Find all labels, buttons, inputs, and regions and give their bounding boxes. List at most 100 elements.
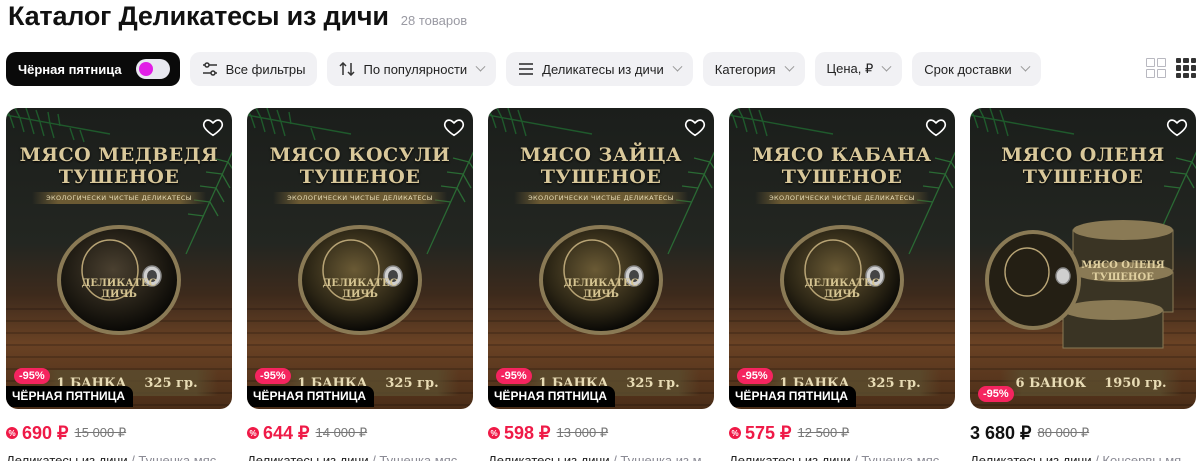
category-label: Категория (714, 61, 776, 77)
current-price: 3 680 ₽ (970, 422, 1032, 443)
product-category: / Тушенка из м (609, 453, 702, 461)
product-image[interactable]: МЯСО КОСУЛИ ТУШЕНОЕ ЭКОЛОГИЧЕСКИ ЧИСТЫЕ … (247, 108, 473, 409)
product-image[interactable]: МЯСО ЗАЙЦА ТУШЕНОЕ ЭКОЛОГИЧЕСКИ ЧИСТЫЕ Д… (488, 108, 714, 409)
product-image-title: МЯСО МЕДВЕДЯ ТУШЕНОЕ (19, 144, 219, 188)
product-brand-line[interactable]: Деликатесы из дичи / Тушенка мяс (729, 453, 955, 461)
sort-dropdown[interactable]: По популярности (327, 52, 497, 86)
black-friday-toggle-chip[interactable]: Чёрная пятница (6, 52, 180, 86)
percent-icon: % (729, 427, 741, 439)
product-card[interactable]: МЯСО КАБАНА ТУШЕНОЕ ЭКОЛОГИЧЕСКИ ЧИСТЫЕ … (729, 108, 955, 461)
chevron-down-icon (881, 61, 892, 72)
brand-name: Деликатесы из дичи (488, 453, 610, 461)
favorite-heart-icon[interactable] (202, 116, 224, 138)
view-toggles (1146, 58, 1196, 78)
weight-label: 325 гр. (626, 375, 680, 391)
sort-label: По популярности (363, 61, 468, 77)
favorite-heart-icon[interactable] (443, 116, 465, 138)
product-image[interactable]: МЯСО ОЛЕНЯ ТУШЕНОЕ МЯСО ОЛЕНЯ ТУШЕНОЕ 6 … (970, 108, 1196, 409)
category-dropdown[interactable]: Категория (702, 52, 805, 86)
all-filters-label: Все фильтры (225, 61, 306, 77)
chevron-down-icon (672, 61, 683, 72)
promo-label: ЧЁРНАЯ ПЯТНИЦА (729, 386, 857, 407)
discount-badge: -95% (496, 368, 532, 384)
promo-label: ЧЁРНАЯ ПЯТНИЦА (488, 386, 616, 407)
favorite-heart-icon[interactable] (684, 116, 706, 138)
product-category: / Консервы мя (1091, 453, 1182, 461)
weight-label: 325 гр. (867, 375, 921, 391)
filter-bar: Чёрная пятница Все фильтры По популярнос… (6, 52, 1041, 86)
page-title: Каталог Деликатесы из дичи (8, 1, 389, 31)
menu-icon (518, 61, 534, 77)
section-label: Деликатесы из дичи (542, 61, 664, 77)
chevron-down-icon (784, 61, 794, 72)
product-image[interactable]: МЯСО МЕДВЕДЯ ТУШЕНОЕ ЭКОЛОГИЧЕСКИ ЧИСТЫЕ… (6, 108, 232, 409)
sort-arrows-icon (339, 61, 355, 77)
chevron-down-icon (475, 61, 486, 72)
can-brand-text: ДЕЛИКАТЕС ДИЧЬ (322, 278, 398, 300)
product-card[interactable]: МЯСО МЕДВЕДЯ ТУШЕНОЕ ЭКОЛОГИЧЕСКИ ЧИСТЫЕ… (6, 108, 232, 461)
weight-label: 325 гр. (144, 375, 198, 391)
catalog-header: Каталог Деликатесы из дичи 28 товаров (8, 0, 467, 36)
percent-icon: % (488, 427, 500, 439)
current-price: % 690 ₽ (6, 423, 69, 444)
product-brand-line[interactable]: Деликатесы из дичи / Тушенка из м (488, 453, 714, 461)
promo-label: ЧЁРНАЯ ПЯТНИЦА (247, 386, 375, 407)
product-image-subtitle: ЭКОЛОГИЧЕСКИ ЧИСТЫЕ ДЕЛИКАТЕСЫ (32, 192, 206, 204)
brand-name: Деликатесы из дичи (970, 453, 1092, 461)
can-brand-text: ДЕЛИКАТЕС ДИЧЬ (804, 278, 880, 300)
product-category: / Тушенка мяс (127, 453, 217, 461)
product-card[interactable]: МЯСО ОЛЕНЯ ТУШЕНОЕ МЯСО ОЛЕНЯ ТУШЕНОЕ 6 … (970, 108, 1196, 461)
discount-badge: -95% (255, 368, 291, 384)
delivery-label: Срок доставки (924, 61, 1012, 77)
brand-name: Деликатесы из дичи (6, 453, 128, 461)
weight-label: 1950 гр. (1104, 375, 1167, 391)
product-image-title: МЯСО ЗАЙЦА ТУШЕНОЕ (519, 144, 683, 188)
small-grid-icon[interactable] (1176, 58, 1196, 78)
product-image-title: МЯСО ОЛЕНЯ ТУШЕНОЕ (1001, 144, 1165, 188)
discount-badge: -95% (14, 368, 50, 384)
brand-name: Деликатесы из дичи (247, 453, 369, 461)
old-price: 14 000 ₽ (315, 425, 368, 440)
current-price: % 644 ₽ (247, 423, 310, 444)
product-card[interactable]: МЯСО КОСУЛИ ТУШЕНОЕ ЭКОЛОГИЧЕСКИ ЧИСТЫЕ … (247, 108, 473, 461)
price-dropdown[interactable]: Цена, ₽ (814, 52, 903, 86)
product-image-subtitle: ЭКОЛОГИЧЕСКИ ЧИСТЫЕ ДЕЛИКАТЕСЫ (273, 192, 447, 204)
discount-badge: -95% (737, 368, 773, 384)
price-filter-label: Цена, ₽ (826, 61, 874, 76)
old-price: 15 000 ₽ (74, 425, 127, 440)
can-stack-text: МЯСО ОЛЕНЯ ТУШЕНОЕ (1081, 260, 1165, 283)
weight-label: 325 гр. (385, 375, 439, 391)
current-price: % 575 ₽ (729, 423, 792, 444)
price-row: % 598 ₽ 13 000 ₽ (488, 422, 714, 444)
product-category: / Тушенка мяс (368, 453, 458, 461)
favorite-heart-icon[interactable] (1166, 116, 1188, 138)
quantity-label: 6 БАНОК (1015, 375, 1087, 391)
delivery-dropdown[interactable]: Срок доставки (912, 52, 1041, 86)
product-grid: МЯСО МЕДВЕДЯ ТУШЕНОЕ ЭКОЛОГИЧЕСКИ ЧИСТЫЕ… (6, 108, 1196, 461)
all-filters-button[interactable]: Все фильтры (189, 52, 318, 86)
black-friday-switch[interactable] (135, 59, 170, 79)
product-image-title: МЯСО КОСУЛИ ТУШЕНОЕ (269, 144, 451, 188)
price-row: % 575 ₽ 12 500 ₽ (729, 422, 955, 444)
sliders-icon (202, 61, 218, 77)
product-card[interactable]: МЯСО ЗАЙЦА ТУШЕНОЕ ЭКОЛОГИЧЕСКИ ЧИСТЫЕ Д… (488, 108, 714, 461)
percent-icon: % (6, 427, 18, 439)
product-image-subtitle: ЭКОЛОГИЧЕСКИ ЧИСТЫЕ ДЕЛИКАТЕСЫ (514, 192, 688, 204)
section-dropdown[interactable]: Деликатесы из дичи (506, 52, 693, 86)
can-brand-text: ДЕЛИКАТЕС ДИЧЬ (563, 278, 639, 300)
black-friday-label: Чёрная пятница (18, 61, 122, 77)
product-brand-line[interactable]: Деликатесы из дичи / Тушенка мяс (247, 453, 473, 461)
old-price: 12 500 ₽ (797, 425, 850, 440)
favorite-heart-icon[interactable] (925, 116, 947, 138)
brand-name: Деликатесы из дичи (729, 453, 851, 461)
product-brand-line[interactable]: Деликатесы из дичи / Тушенка мяс (6, 453, 232, 461)
promo-label: ЧЁРНАЯ ПЯТНИЦА (6, 386, 134, 407)
product-image[interactable]: МЯСО КАБАНА ТУШЕНОЕ ЭКОЛОГИЧЕСКИ ЧИСТЫЕ … (729, 108, 955, 409)
percent-icon: % (247, 427, 259, 439)
discount-badge: -95% (978, 386, 1014, 402)
product-brand-line[interactable]: Деликатесы из дичи / Консервы мя (970, 453, 1196, 461)
quantity-ribbon: 6 БАНОК 1950 гр. (1000, 370, 1182, 396)
price-row: 3 680 ₽ 80 000 ₽ (970, 422, 1196, 444)
product-category: / Тушенка мяс (850, 453, 940, 461)
large-grid-icon[interactable] (1146, 58, 1166, 78)
